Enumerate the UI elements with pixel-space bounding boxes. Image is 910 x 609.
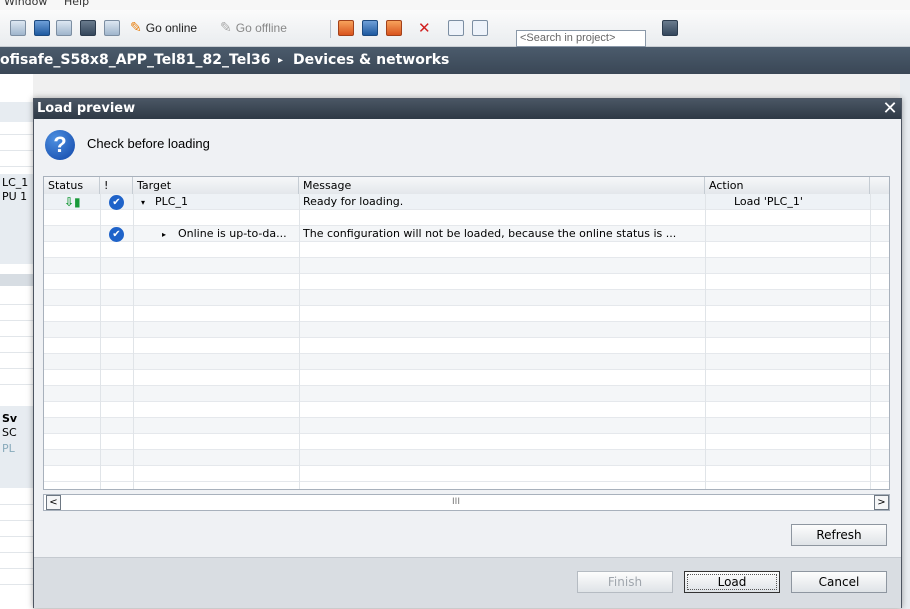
toolbar-device-icon[interactable] bbox=[80, 19, 96, 37]
toolbar-separator bbox=[330, 20, 331, 38]
split-horizontal-icon[interactable] bbox=[448, 19, 464, 37]
table-row[interactable] bbox=[44, 210, 889, 226]
left-label-sv: Sv bbox=[2, 412, 18, 425]
left-label-sc: SC bbox=[2, 426, 17, 439]
horizontal-scrollbar[interactable]: < III > bbox=[43, 494, 890, 511]
start-cpu-icon[interactable] bbox=[362, 19, 378, 37]
left-label-cpu: PU 1 bbox=[2, 190, 28, 203]
table-header: Status ! Target Message Action bbox=[44, 177, 889, 195]
load-preview-table: Status ! Target Message Action ⇩▮ ✔ ▾ PL… bbox=[43, 176, 890, 490]
column-status[interactable]: Status bbox=[44, 177, 100, 194]
toolbar-simulation-icon[interactable] bbox=[104, 19, 120, 37]
accessible-devices-icon[interactable] bbox=[338, 19, 354, 37]
search-binoculars-icon[interactable] bbox=[662, 19, 678, 37]
dialog-title: Load preview bbox=[34, 99, 901, 119]
go-online-label: Go online bbox=[145, 21, 198, 35]
message-config-not-loaded: The configuration will not be loaded, be… bbox=[303, 227, 677, 240]
column-exclamation[interactable]: ! bbox=[100, 177, 133, 194]
load-preview-dialog: Load preview ✕ ? Check before loading St… bbox=[33, 98, 902, 608]
load-button[interactable]: Load bbox=[684, 571, 780, 593]
refresh-button[interactable]: Refresh bbox=[791, 524, 887, 546]
action-load-plc[interactable]: Load 'PLC_1' bbox=[734, 194, 803, 210]
toolbar-download-icon[interactable] bbox=[34, 19, 50, 37]
column-target[interactable]: Target bbox=[133, 177, 299, 194]
column-action[interactable]: Action bbox=[705, 177, 870, 194]
go-offline-button[interactable]: ✎ Go offline bbox=[220, 19, 287, 37]
left-pane: LC_1 PU 1 Sv SC PL bbox=[0, 74, 33, 609]
message-ready: Ready for loading. bbox=[303, 195, 404, 208]
left-pane-toolbar bbox=[0, 102, 33, 122]
toolbar-print-icon[interactable] bbox=[10, 19, 26, 37]
editor-breadcrumb: ofisafe_S58x8_APP_Tel81_82_Tel36 ▸ Devic… bbox=[0, 47, 910, 74]
menu-window[interactable]: Window bbox=[4, 0, 47, 8]
menu-bar: Window Help bbox=[0, 0, 910, 10]
scroll-left-icon[interactable]: < bbox=[46, 495, 61, 510]
checkmark-icon: ✔ bbox=[109, 195, 124, 210]
target-online-status: Online is up-to-da... bbox=[178, 227, 287, 240]
dialog-heading: Check before loading bbox=[87, 136, 210, 151]
checkmark-icon: ✔ bbox=[109, 227, 124, 242]
toolbar-upload-icon[interactable] bbox=[56, 19, 72, 37]
column-message[interactable]: Message bbox=[299, 177, 705, 194]
scroll-thumb[interactable]: III bbox=[66, 497, 846, 508]
stop-cpu-icon[interactable] bbox=[386, 19, 402, 37]
go-online-button[interactable]: ✎ Go online bbox=[130, 19, 197, 37]
question-icon: ? bbox=[45, 130, 75, 160]
download-green-icon: ⇩▮ bbox=[64, 195, 81, 209]
close-icon[interactable]: ✕ bbox=[879, 99, 901, 119]
left-label-plc: LC_1 bbox=[2, 176, 29, 189]
collapse-arrow-icon[interactable]: ▾ bbox=[141, 198, 145, 207]
project-name: ofisafe_S58x8_APP_Tel81_82_Tel36 bbox=[0, 52, 271, 68]
left-label-pl[interactable]: PL bbox=[2, 442, 15, 455]
cancel-button[interactable]: Cancel bbox=[791, 571, 887, 593]
project-search-input[interactable]: <Search in project> bbox=[516, 30, 646, 47]
finish-button[interactable]: Finish bbox=[577, 571, 673, 593]
toolbar: ✎ Go online ✎ Go offline ✕ <Search in pr… bbox=[0, 10, 910, 47]
go-online-icon: ✎ bbox=[130, 20, 142, 36]
split-vertical-icon[interactable] bbox=[472, 19, 488, 37]
go-offline-label: Go offline bbox=[235, 21, 287, 35]
dialog-footer: Finish Load Cancel bbox=[34, 557, 901, 608]
cross-reference-icon[interactable]: ✕ bbox=[418, 19, 431, 37]
expand-arrow-icon[interactable]: ▸ bbox=[162, 230, 166, 239]
breadcrumb-separator-icon: ▸ bbox=[278, 55, 284, 66]
menu-help[interactable]: Help bbox=[64, 0, 89, 8]
scroll-right-icon[interactable]: > bbox=[874, 495, 889, 510]
go-offline-icon: ✎ bbox=[220, 20, 232, 36]
devices-networks-link[interactable]: Devices & networks bbox=[293, 47, 449, 74]
target-plc: PLC_1 bbox=[155, 195, 188, 208]
